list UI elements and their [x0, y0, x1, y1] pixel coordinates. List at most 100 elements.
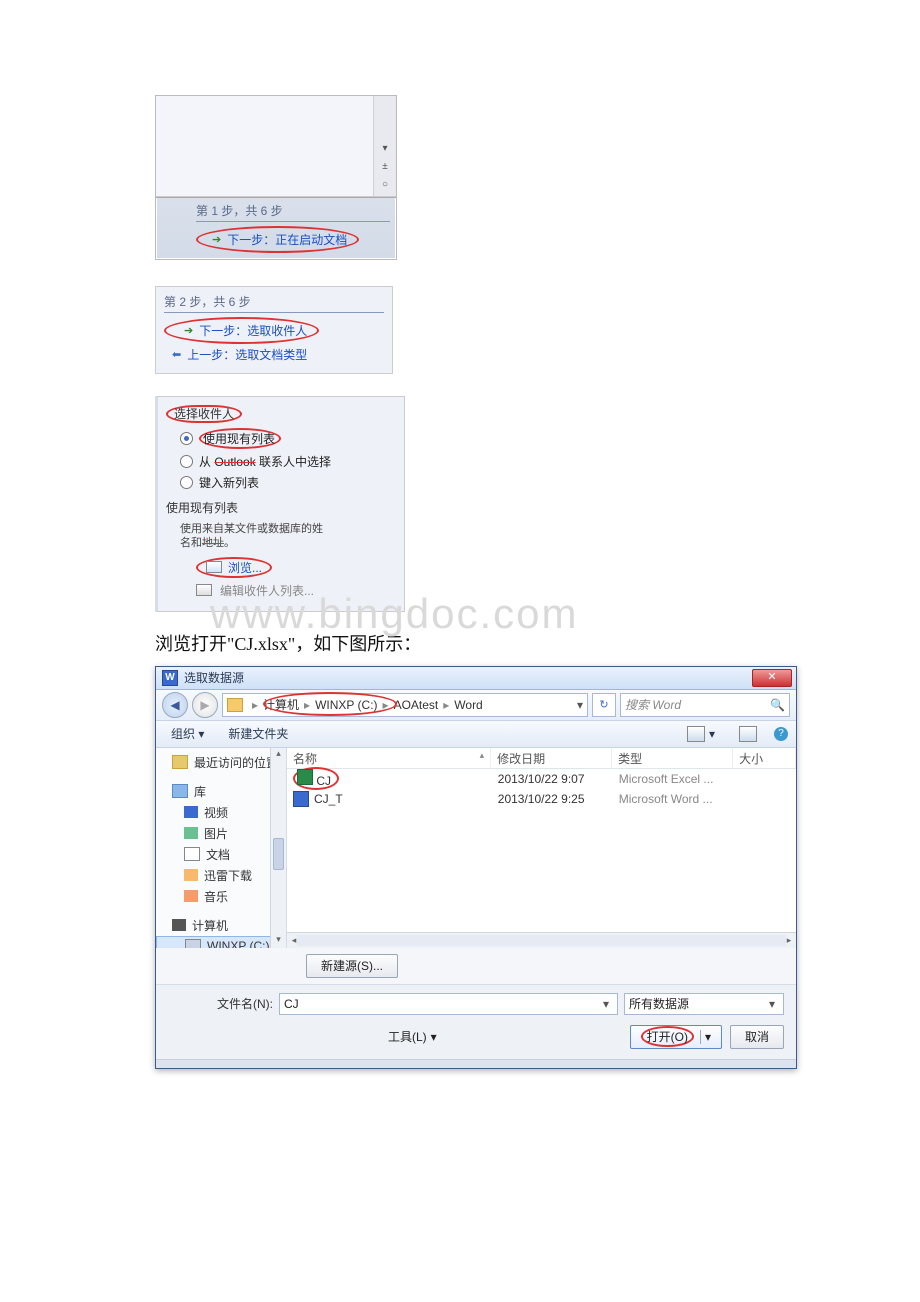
radio-use-existing-list[interactable]: 使用现有列表 [166, 426, 396, 451]
nav-computer[interactable]: 计算机 [156, 915, 286, 936]
nav-libraries[interactable]: 库 [156, 781, 286, 802]
crumb-folder[interactable]: AOAtest [394, 698, 439, 712]
nav-drive-c[interactable]: WINXP (C:) [156, 936, 286, 948]
view-mode-button[interactable]: ▾ [680, 724, 722, 744]
crumb-folder[interactable]: Word [454, 698, 482, 712]
document-blank-area [156, 96, 374, 196]
word-app-icon: W [162, 670, 178, 686]
edit-recipient-list-link[interactable]: 编辑收件人列表... [166, 580, 396, 601]
prev-step-link[interactable]: ⬅ 上一步：选取文档类型 [164, 344, 384, 365]
preview-pane-button[interactable] [732, 724, 764, 744]
mailmerge-panel-step1: ▾ ± ○ 第 1 步，共 6 步 ➔ 下一步：正在启动文档 [155, 95, 397, 260]
col-name[interactable]: 名称 ▴ [287, 748, 491, 768]
folder-icon [227, 698, 243, 712]
file-date: 2013/10/22 9:07 [492, 772, 613, 786]
prev-step-text: 上一步：选取文档类型 [187, 346, 307, 363]
nav-scrollbar[interactable]: ▴ ▾ [270, 748, 286, 948]
browse-text: 浏览... [228, 559, 262, 576]
arrow-right-icon: ➔ [184, 324, 193, 337]
file-filter-select[interactable]: 所有数据源 ▾ [624, 993, 784, 1015]
refresh-button[interactable]: ↻ [592, 693, 616, 717]
search-input[interactable]: 搜索 Word 🔍 [620, 693, 790, 717]
nav-documents[interactable]: 文档 [156, 844, 286, 865]
nav-videos[interactable]: 视频 [156, 802, 286, 823]
radio-label: 键入新列表 [199, 474, 259, 491]
tools-dropdown[interactable]: 工具(L)▾ [168, 1028, 437, 1045]
radio-icon [180, 455, 193, 468]
list-view-icon [687, 726, 705, 742]
step-progress-label: 第 2 步，共 6 步 [164, 293, 384, 313]
next-step-link[interactable]: ➔ 下一步：正在启动文档 [208, 229, 347, 250]
dialog-titlebar: W 选取数据源 ✕ [156, 667, 796, 690]
crumb-computer[interactable]: 计算机 [263, 696, 299, 713]
excel-file-icon [297, 769, 313, 785]
radio-icon [180, 432, 193, 445]
forward-button[interactable]: ▶ [192, 692, 218, 718]
search-icon: 🔍 [770, 698, 785, 712]
resize-grip[interactable] [156, 1059, 796, 1068]
download-icon [184, 869, 198, 881]
filter-value: 所有数据源 [629, 995, 689, 1012]
file-list-pane: 名称 ▴ 修改日期 类型 大小 CJ 2013/10/22 9:07 Micro… [287, 748, 796, 948]
arrow-left-icon: ⬅ [172, 348, 181, 361]
radio-label: 使用现有列表 [199, 428, 281, 449]
next-step-text: 下一步：选取收件人 [199, 322, 307, 339]
next-step-link[interactable]: ➔ 下一步：选取收件人 [176, 320, 307, 341]
back-button[interactable]: ◀ [162, 692, 188, 718]
library-icon [172, 784, 188, 798]
browse-icon [206, 561, 222, 573]
organize-button[interactable]: 组织 ▾ [164, 724, 211, 744]
filename-dropdown-icon[interactable]: ▾ [599, 997, 613, 1011]
address-breadcrumb[interactable]: ▸ 计算机 ▸ WINXP (C:) ▸ AOAtest ▸ Word ▾ [222, 693, 588, 717]
pictures-icon [184, 827, 198, 839]
mailmerge-panel-step2: 第 2 步，共 6 步 ➔ 下一步：选取收件人 ⬅ 上一步：选取文档类型 [155, 286, 393, 374]
annotation-highlight: ➔ 下一步：选取收件人 [164, 317, 319, 344]
breadcrumb-dropdown-icon[interactable]: ▾ [577, 698, 583, 712]
close-button[interactable]: ✕ [752, 669, 792, 687]
word-file-icon [293, 791, 309, 807]
scroll-down-icon: ▾ [378, 142, 392, 156]
radio-type-new-list[interactable]: 键入新列表 [166, 472, 396, 493]
new-source-button[interactable]: 新建源(S)... [306, 954, 398, 978]
filter-dropdown-icon[interactable]: ▾ [765, 997, 779, 1011]
scroll-right-icon: ▸ [782, 933, 796, 948]
annotation-highlight: 打开(O) [641, 1026, 694, 1047]
col-size[interactable]: 大小 [733, 748, 796, 768]
file-row[interactable]: CJ 2013/10/22 9:07 Microsoft Excel ... [287, 769, 796, 789]
nav-music[interactable]: 音乐 [156, 886, 286, 907]
file-row[interactable]: CJ_T 2013/10/22 9:25 Microsoft Word ... [287, 789, 796, 809]
nav-pictures[interactable]: 图片 [156, 823, 286, 844]
horizontal-scrollbar[interactable]: ◂ ▸ [287, 932, 796, 948]
col-type[interactable]: 类型 [612, 748, 733, 768]
help-button[interactable]: ? [774, 727, 788, 741]
scroll-down-icon: ▾ [271, 934, 286, 948]
annotation-highlight: 浏览... [196, 557, 272, 578]
open-button[interactable]: 打开(O) ▾ [630, 1025, 722, 1049]
cancel-button[interactable]: 取消 [730, 1025, 784, 1049]
scrollbar-vertical[interactable]: ▾ ± ○ [374, 96, 396, 196]
browse-link[interactable]: 浏览... [166, 555, 396, 580]
annotation-highlight: CJ [293, 767, 339, 790]
crumb-drive[interactable]: WINXP (C:) [315, 698, 377, 712]
open-split-dropdown[interactable]: ▾ [700, 1030, 711, 1044]
filename-label: 文件名(N): [168, 995, 273, 1012]
file-type: Microsoft Word ... [613, 792, 734, 806]
navigation-pane: 最近访问的位置 库 视频 图片 文档 迅雷下载 音乐 计算机 WINXP (C:… [156, 748, 287, 948]
dialog-navbar: ◀ ▶ ▸ 计算机 ▸ WINXP (C:) ▸ AOAtest ▸ Word … [156, 690, 796, 721]
filename-input[interactable]: CJ ▾ [279, 993, 618, 1015]
annotation-highlight: ➔ 下一步：正在启动文档 [196, 226, 359, 253]
drive-icon [185, 939, 201, 948]
col-date[interactable]: 修改日期 [491, 748, 612, 768]
next-step-text: 下一步：正在启动文档 [227, 231, 347, 248]
nav-thunder[interactable]: 迅雷下载 [156, 865, 286, 886]
arrow-right-icon: ➔ [212, 233, 221, 246]
new-folder-button[interactable]: 新建文件夹 [221, 724, 295, 744]
radio-label: 从 Outlook 联系人中选择 [199, 453, 331, 470]
scroll-thumb[interactable] [273, 838, 284, 870]
radio-outlook-contacts[interactable]: 从 Outlook 联系人中选择 [166, 451, 396, 472]
nav-recent[interactable]: 最近访问的位置 [156, 752, 286, 773]
scroll-up-icon: ▴ [271, 748, 286, 762]
page-nav-icon: ± [378, 160, 392, 174]
instruction-text: 浏览打开"CJ.xlsx"，如下图所示： [155, 630, 920, 656]
search-placeholder: 搜索 Word [625, 696, 681, 713]
